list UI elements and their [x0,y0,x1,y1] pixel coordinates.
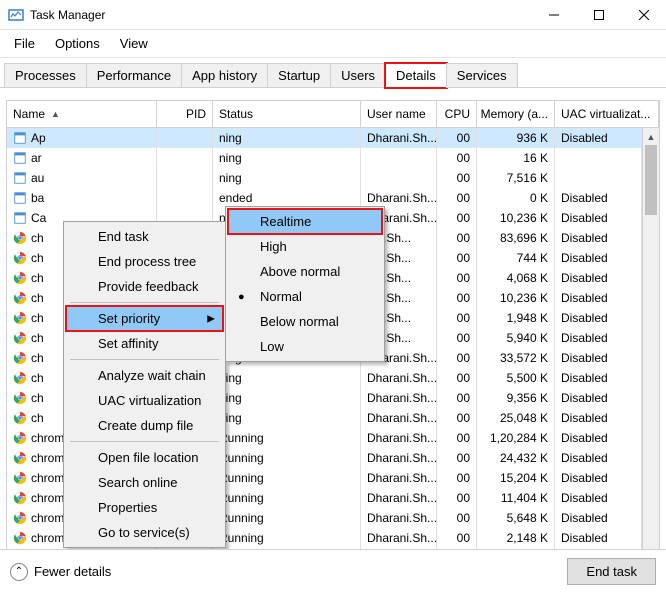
tabs: Processes Performance App history Startu… [0,62,666,88]
submenu-arrow-icon: ▶ [207,313,215,324]
priority-high[interactable]: High [228,234,382,259]
col-status[interactable]: Status [213,101,361,127]
tab-users[interactable]: Users [330,63,386,88]
context-menu: End task End process tree Provide feedba… [63,221,226,548]
scroll-thumb[interactable] [645,145,657,215]
priority-above-normal[interactable]: Above normal [228,259,382,284]
collapse-icon: ⌃ [10,563,28,581]
ctx-open-location[interactable]: Open file location [66,445,223,470]
table-row[interactable]: auning007,516 K [7,168,642,188]
table-row[interactable]: arning0016 K [7,148,642,168]
col-name[interactable]: Name▲ [7,101,157,127]
end-task-button[interactable]: End task [567,558,656,585]
scrollbar[interactable]: ▲ ▼ [642,128,659,571]
priority-submenu: Realtime High Above normal ●Normal Below… [225,206,385,362]
tab-details[interactable]: Details [385,63,447,88]
ctx-goto-services[interactable]: Go to service(s) [66,520,223,545]
menu-file[interactable]: File [6,32,43,55]
sort-asc-icon: ▲ [51,109,60,119]
ctx-set-affinity[interactable]: Set affinity [66,331,223,356]
priority-below-normal[interactable]: Below normal [228,309,382,334]
bullet-icon: ● [238,291,245,303]
table-row[interactable]: baendedDharani.Sh...000 KDisabled [7,188,642,208]
task-manager-icon [8,7,24,23]
table-header: Name▲ PID Status User name CPU Memory (a… [7,101,659,128]
separator [70,441,219,442]
priority-realtime[interactable]: Realtime [228,209,382,234]
window-title: Task Manager [30,8,531,22]
close-button[interactable] [621,0,666,30]
col-pid[interactable]: PID [157,101,213,127]
ctx-properties[interactable]: Properties [66,495,223,520]
ctx-dump[interactable]: Create dump file [66,413,223,438]
ctx-end-task[interactable]: End task [66,224,223,249]
maximize-button[interactable] [576,0,621,30]
separator [70,302,219,303]
scroll-track[interactable] [643,145,659,554]
col-cpu[interactable]: CPU [437,101,477,127]
minimize-button[interactable] [531,0,576,30]
col-user[interactable]: User name [361,101,437,127]
tab-startup[interactable]: Startup [267,63,331,88]
ctx-search-online[interactable]: Search online [66,470,223,495]
bottom-bar: ⌃ Fewer details End task [0,549,666,593]
separator [70,359,219,360]
ctx-analyze[interactable]: Analyze wait chain [66,363,223,388]
tab-services[interactable]: Services [446,63,518,88]
tab-performance[interactable]: Performance [86,63,182,88]
col-memory[interactable]: Memory (a... [477,101,555,127]
tab-app-history[interactable]: App history [181,63,268,88]
titlebar: Task Manager [0,0,666,30]
scroll-up-icon[interactable]: ▲ [643,128,659,145]
col-uac[interactable]: UAC virtualizat... [555,101,659,127]
ctx-uac[interactable]: UAC virtualization [66,388,223,413]
tab-processes[interactable]: Processes [4,63,87,88]
fewer-details-button[interactable]: ⌃ Fewer details [10,563,111,581]
menu-options[interactable]: Options [47,32,108,55]
ctx-end-tree[interactable]: End process tree [66,249,223,274]
priority-normal[interactable]: ●Normal [228,284,382,309]
menu-view[interactable]: View [112,32,156,55]
ctx-set-priority[interactable]: Set priority▶ [66,306,223,331]
process-table: Name▲ PID Status User name CPU Memory (a… [6,100,660,572]
menubar: File Options View [0,30,666,58]
table-row[interactable]: ApningDharani.Sh...00936 KDisabled [7,128,642,148]
priority-low[interactable]: Low [228,334,382,359]
ctx-feedback[interactable]: Provide feedback [66,274,223,299]
